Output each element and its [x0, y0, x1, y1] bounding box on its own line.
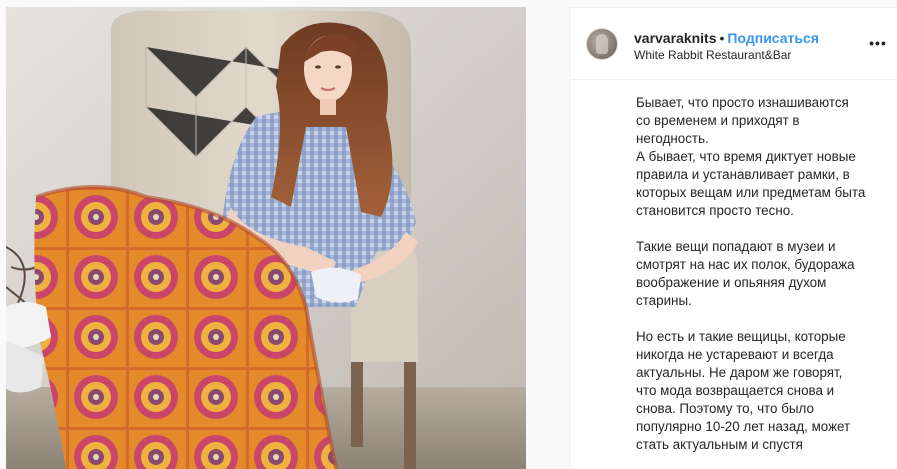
instagram-post-view: varvaraknits • Подписаться White Rabbit Re… [0, 0, 897, 469]
caption-paragraph-2: Такие вещи попадают в музеи и смотрят на… [636, 239, 855, 308]
separator-dot: • [719, 30, 725, 46]
caption-paragraph-1: Бывает, что просто изнашиваются со време… [636, 95, 866, 218]
photo-illustration [6, 7, 526, 469]
profile-avatar[interactable] [586, 28, 618, 60]
username-link[interactable]: varvaraknits [634, 30, 717, 46]
post-photo[interactable] [6, 7, 526, 469]
post-caption: Бывает, что просто изнашиваются со време… [636, 94, 886, 454]
more-options-icon[interactable]: ••• [869, 35, 887, 51]
post-header: varvaraknits • Подписаться White Rabbit Re… [570, 8, 897, 80]
location-link[interactable]: White Rabbit Restaurant&Bar [634, 47, 791, 63]
caption-paragraph-3: Но есть и такие вещицы, которые никогда … [636, 329, 851, 452]
post-side-panel: varvaraknits • Подписаться White Rabbit Re… [569, 7, 897, 469]
avatar-image [596, 34, 608, 54]
follow-button[interactable]: Подписаться [727, 30, 819, 46]
username-line: varvaraknits • Подписаться [634, 29, 819, 47]
